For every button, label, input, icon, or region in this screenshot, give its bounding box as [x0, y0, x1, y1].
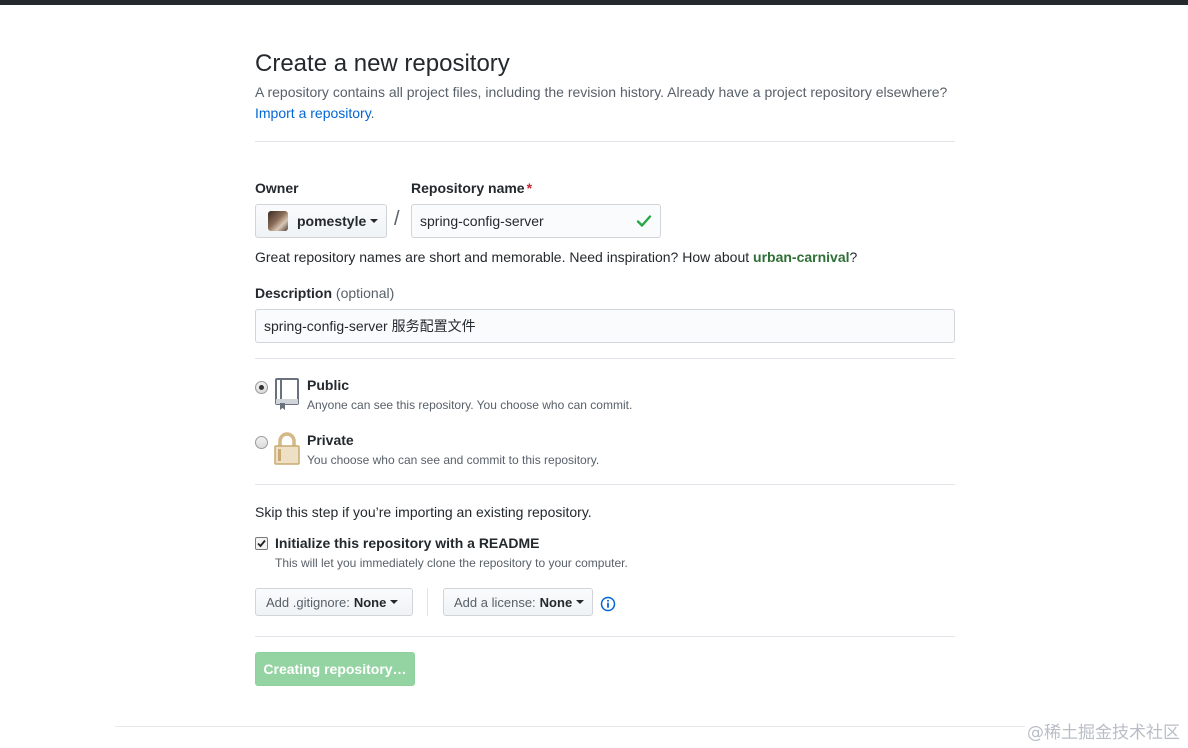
license-value: None: [539, 594, 573, 610]
import-link-period: .: [370, 105, 375, 121]
description-value: spring-config-server 服务配置文件: [264, 318, 476, 334]
readme-label[interactable]: Initialize this repository with a README: [275, 535, 539, 551]
hint-end: ?: [849, 249, 858, 265]
public-radio[interactable]: [255, 381, 268, 394]
gitignore-label: Add .gitignore:: [266, 594, 350, 610]
hint-text: Great repository names are short and mem…: [255, 249, 754, 265]
create-repository-button[interactable]: Creating repository…: [255, 652, 415, 686]
private-radio[interactable]: [255, 436, 268, 449]
info-icon[interactable]: [600, 596, 616, 612]
check-icon: [636, 215, 652, 227]
license-label: Add a license:: [454, 594, 536, 610]
repository-name-value: spring-config-server: [420, 213, 544, 229]
footer-divider: [115, 726, 1025, 727]
owner-repo-separator: /: [394, 208, 400, 230]
readme-note: This will let you immediately clone the …: [275, 556, 628, 570]
divider: [255, 484, 955, 485]
watermark: @稀土掘金技术社区: [1027, 723, 1180, 743]
select-separator: [427, 588, 428, 616]
owner-name: pomestyle: [297, 213, 367, 229]
name-suggestion-hint: Great repository names are short and mem…: [255, 249, 857, 265]
repo-name-label: Repository name *: [411, 180, 532, 196]
optional-note: (optional): [335, 285, 395, 301]
repository-name-input[interactable]: spring-config-server: [411, 204, 661, 238]
repo-name-label-text: Repository name: [411, 180, 525, 196]
description-label: Description (optional): [255, 285, 394, 301]
caret-down-icon: [390, 600, 399, 604]
import-repository-link[interactable]: Import a repository.: [255, 105, 375, 121]
description-label-text: Description: [255, 285, 333, 301]
lock-icon: [274, 432, 300, 465]
top-bar: [0, 0, 1188, 5]
caret-down-icon: [370, 219, 379, 223]
page-description: A repository contains all project files,…: [255, 84, 948, 100]
gitignore-select[interactable]: Add .gitignore: None: [255, 588, 413, 616]
required-mark: *: [526, 180, 533, 196]
divider: [255, 636, 955, 637]
divider: [255, 141, 955, 142]
repo-book-icon: [275, 378, 299, 410]
public-note: Anyone can see this repository. You choo…: [307, 398, 633, 412]
owner-label: Owner: [255, 180, 299, 196]
license-select[interactable]: Add a license: None: [443, 588, 593, 616]
public-title[interactable]: Public: [307, 377, 349, 393]
owner-dropdown[interactable]: pomestyle: [255, 204, 387, 238]
page-title: Create a new repository: [255, 50, 510, 77]
description-input[interactable]: spring-config-server 服务配置文件: [255, 309, 955, 343]
private-note: You choose who can see and commit to thi…: [307, 453, 600, 467]
skip-step-text: Skip this step if you’re importing an ex…: [255, 504, 592, 520]
suggested-name[interactable]: urban-carnival: [753, 249, 849, 265]
avatar: [268, 211, 288, 231]
caret-down-icon: [576, 600, 585, 604]
gitignore-value: None: [353, 594, 387, 610]
private-title[interactable]: Private: [307, 432, 354, 448]
checkmark-icon: [257, 539, 266, 548]
readme-checkbox[interactable]: [255, 537, 268, 550]
import-link-label[interactable]: Import a repository: [255, 105, 371, 121]
divider: [255, 358, 955, 359]
